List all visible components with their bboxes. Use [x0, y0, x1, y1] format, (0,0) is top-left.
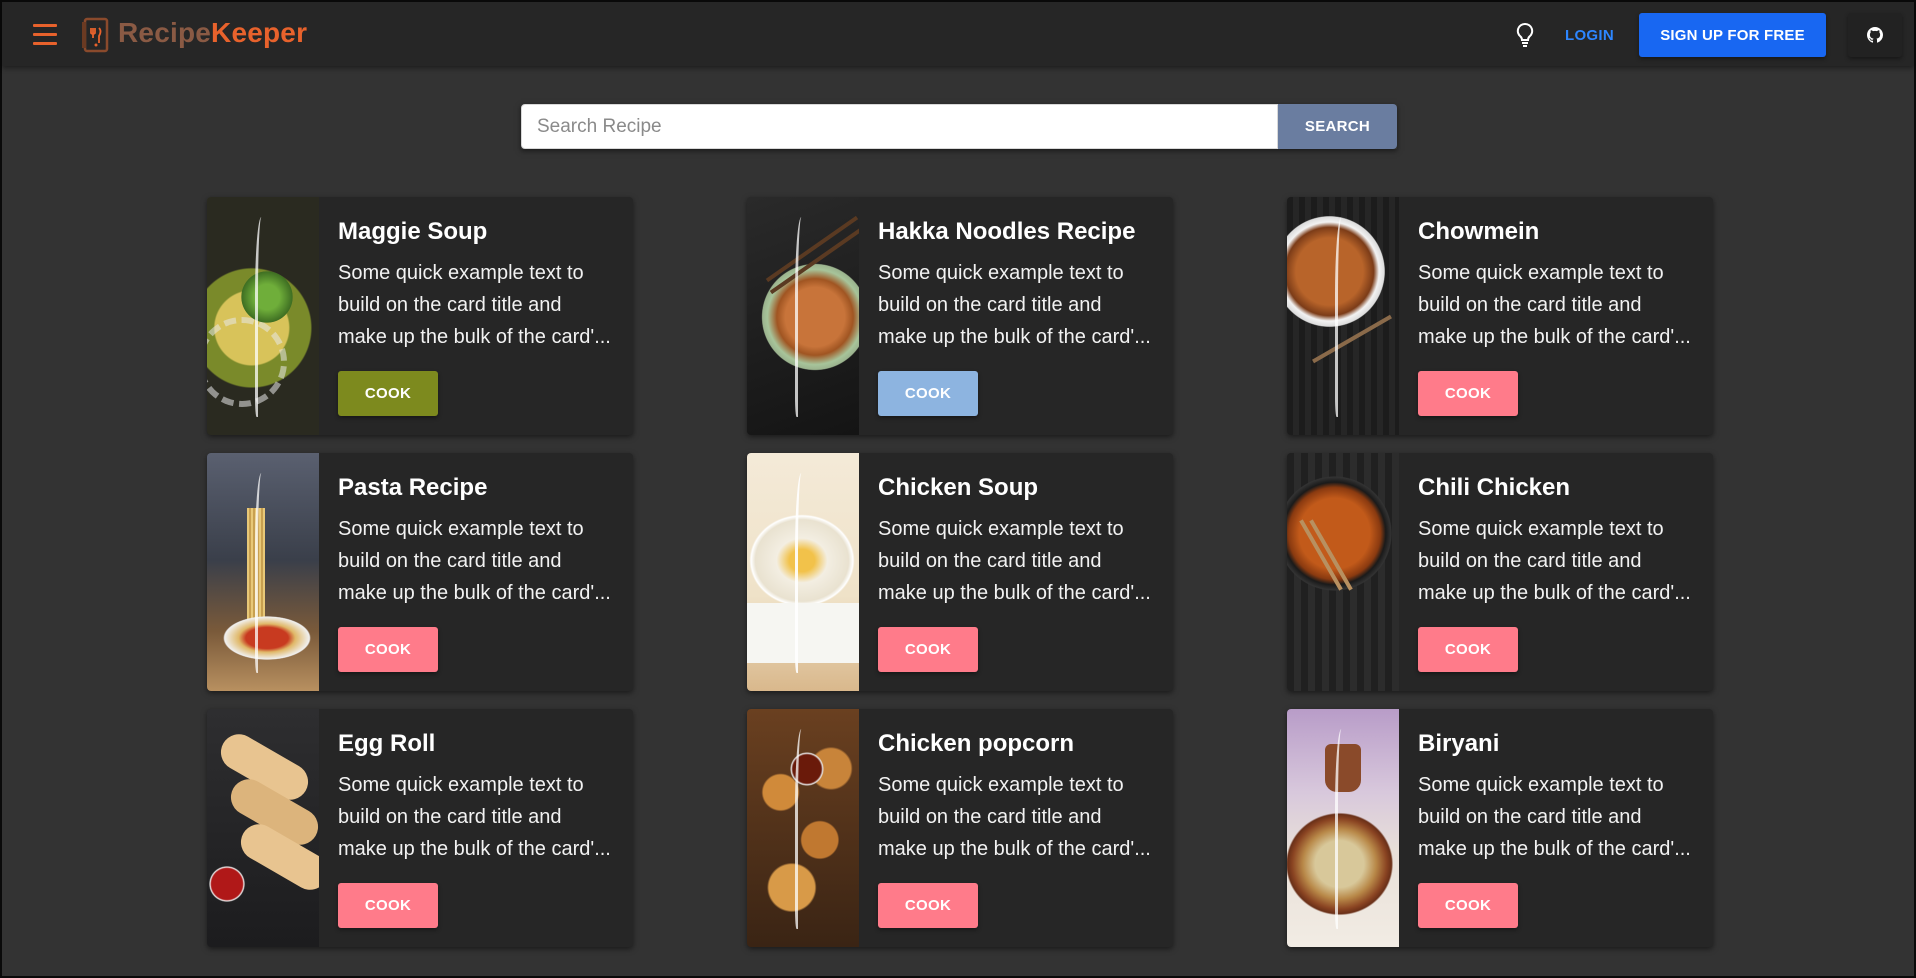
card-text: Some quick example text to build on the … — [1418, 262, 1691, 348]
card-title: Chicken Soup — [878, 474, 1039, 501]
card-title: Maggie Soup — [338, 218, 488, 245]
recipe-card-biryani: Biryani Some quick example text to build… — [1287, 709, 1713, 947]
cook-button[interactable]: COOK — [878, 371, 978, 416]
recipe-card-maggie-soup: Maggie Soup Some quick example text to b… — [207, 197, 633, 435]
biryani-image — [1287, 709, 1399, 947]
recipe-card-chicken-soup: Chicken Soup Some quick example text to … — [747, 453, 1173, 691]
chicken-popcorn-image — [747, 709, 859, 947]
cook-button[interactable]: COOK — [1418, 371, 1518, 416]
card-text: Some quick example text to build on the … — [338, 518, 611, 604]
search-button[interactable]: SEARCH — [1278, 104, 1397, 149]
card-text: Some quick example text to build on the … — [1418, 774, 1691, 860]
maggie-soup-image — [207, 197, 319, 435]
card-title: Biryani — [1418, 730, 1500, 757]
recipe-card-egg-roll: Egg Roll Some quick example text to buil… — [207, 709, 633, 947]
card-text: Some quick example text to build on the … — [1418, 518, 1691, 604]
card-text: Some quick example text to build on the … — [338, 262, 611, 348]
card-title: Chowmein — [1418, 218, 1540, 245]
cook-button[interactable]: COOK — [878, 627, 978, 672]
pasta-image — [207, 453, 319, 691]
recipe-card-chili-chicken: Chili Chicken Some quick example text to… — [1287, 453, 1713, 691]
hamburger-menu-icon[interactable] — [33, 24, 57, 46]
chicken-soup-image — [747, 453, 859, 691]
hakka-noodles-image — [747, 197, 859, 435]
card-title: Egg Roll — [338, 730, 436, 757]
logo-icon — [82, 17, 109, 53]
card-title: Chicken popcorn — [878, 730, 1075, 757]
github-button[interactable] — [1848, 13, 1902, 57]
card-title: Chili Chicken — [1418, 474, 1571, 501]
egg-roll-image — [207, 709, 319, 947]
card-text: Some quick example text to build on the … — [878, 518, 1151, 604]
lightbulb-icon[interactable] — [1515, 22, 1535, 48]
recipe-card-hakka-noodles: Hakka Noodles Recipe Some quick example … — [747, 197, 1173, 435]
login-link[interactable]: LOGIN — [1565, 27, 1614, 44]
cook-button[interactable]: COOK — [1418, 627, 1518, 672]
card-text: Some quick example text to build on the … — [878, 774, 1151, 860]
recipe-card-chicken-popcorn: Chicken popcorn Some quick example text … — [747, 709, 1173, 947]
cook-button[interactable]: COOK — [1418, 883, 1518, 928]
chili-chicken-image — [1287, 453, 1399, 691]
card-title: Pasta Recipe — [338, 474, 488, 501]
card-title: Hakka Noodles Recipe — [878, 218, 1136, 245]
cook-button[interactable]: COOK — [338, 627, 438, 672]
chowmein-image — [1287, 197, 1399, 435]
brand-logo[interactable]: RecipeKeeper — [118, 17, 307, 49]
card-text: Some quick example text to build on the … — [878, 262, 1151, 348]
recipe-card-chowmein: Chowmein Some quick example text to buil… — [1287, 197, 1713, 435]
search-bar: SEARCH — [521, 104, 1397, 149]
brand-name-part1: Recipe — [118, 17, 212, 48]
card-text: Some quick example text to build on the … — [338, 774, 611, 860]
recipe-card-pasta: Pasta Recipe Some quick example text to … — [207, 453, 633, 691]
github-icon — [1867, 27, 1883, 43]
signup-button[interactable]: SIGN UP FOR FREE — [1639, 13, 1826, 57]
cook-button[interactable]: COOK — [338, 371, 438, 416]
cook-button[interactable]: COOK — [338, 883, 438, 928]
search-input[interactable] — [521, 104, 1278, 149]
brand-name-part2: Keeper — [211, 17, 308, 48]
cook-button[interactable]: COOK — [878, 883, 978, 928]
navbar: RecipeKeeper LOGIN SIGN UP FOR FREE — [2, 2, 1914, 66]
